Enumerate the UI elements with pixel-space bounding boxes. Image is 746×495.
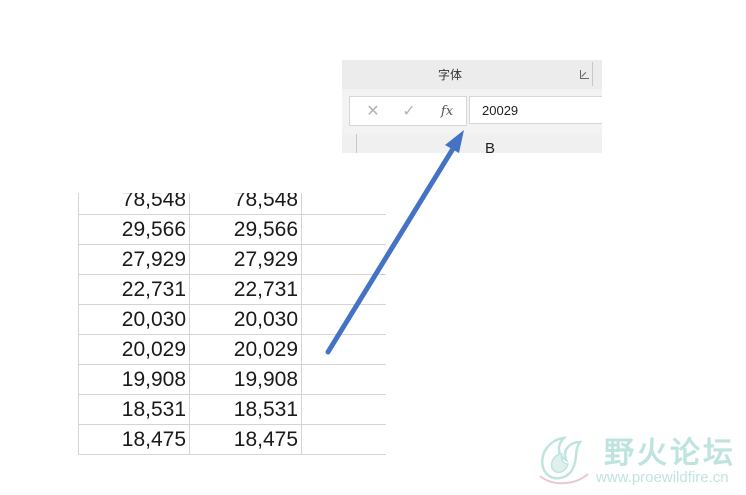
- cell-a[interactable]: 18,475: [78, 425, 186, 454]
- cell-b[interactable]: 78,548: [189, 193, 298, 214]
- column-header-strip: [342, 134, 602, 153]
- cell-a[interactable]: 20,030: [78, 305, 186, 334]
- cell-a[interactable]: 20,029: [78, 335, 186, 364]
- table-row: 22,731 22,731: [78, 275, 388, 305]
- cell-a[interactable]: 22,731: [78, 275, 186, 304]
- watermark-title: 野火论坛: [604, 436, 736, 471]
- cell-a[interactable]: 78,548: [78, 193, 186, 214]
- flame-logo-icon: [539, 436, 589, 485]
- table-row: 18,475 18,475: [78, 425, 388, 455]
- cell-a[interactable]: 19,908: [78, 365, 186, 394]
- watermark: 野火论坛 www.proewildfire.cn: [534, 426, 744, 492]
- table-row: 27,929 27,929: [78, 245, 388, 275]
- cell-b[interactable]: 19,908: [189, 365, 298, 394]
- watermark-url: www.proewildfire.cn: [596, 469, 729, 486]
- ribbon-font-group: 字体: [342, 60, 602, 90]
- cell-b[interactable]: 20,029: [189, 335, 298, 364]
- column-header-b[interactable]: B: [485, 140, 495, 153]
- table-row: 29,566 29,566: [78, 215, 388, 245]
- cell-b[interactable]: 22,731: [189, 275, 298, 304]
- ribbon-group-label: 字体: [438, 68, 463, 82]
- table-row: 20,029 20,029: [78, 335, 388, 365]
- screenshot-canvas: 字体 ✕ ✓ fx 20029 B 78,548 78,548 29,566 2…: [0, 0, 746, 495]
- column-header-divider: [356, 134, 357, 153]
- cell-a[interactable]: 18,531: [78, 395, 186, 424]
- table-row: 78,548 78,548: [78, 193, 388, 215]
- cell-b[interactable]: 18,475: [189, 425, 298, 454]
- cell-b[interactable]: 29,566: [189, 215, 298, 244]
- row-border: [78, 454, 386, 455]
- ribbon-separator: [592, 62, 593, 86]
- formula-input[interactable]: 20029: [469, 96, 602, 124]
- cell-a[interactable]: 27,929: [78, 245, 186, 274]
- spreadsheet-crop: 78,548 78,548 29,566 29,566 27,929 27,92…: [78, 193, 388, 455]
- insert-function-icon[interactable]: fx: [432, 97, 462, 125]
- table-row: 18,531 18,531: [78, 395, 388, 425]
- formula-bar-row: ✕ ✓ fx 20029: [342, 89, 602, 134]
- cell-a[interactable]: 29,566: [78, 215, 186, 244]
- table-row: 20,030 20,030: [78, 305, 388, 335]
- cell-b[interactable]: 18,531: [189, 395, 298, 424]
- cell-b[interactable]: 20,030: [189, 305, 298, 334]
- confirm-icon[interactable]: ✓: [394, 97, 424, 125]
- formula-bar-buttons: ✕ ✓ fx: [349, 96, 467, 126]
- table-row: 19,908 19,908: [78, 365, 388, 395]
- cancel-icon[interactable]: ✕: [358, 97, 388, 125]
- cell-b[interactable]: 27,929: [189, 245, 298, 274]
- formula-bar-crop: 字体 ✕ ✓ fx 20029 B: [342, 60, 602, 153]
- dialog-launcher-icon[interactable]: [580, 70, 589, 79]
